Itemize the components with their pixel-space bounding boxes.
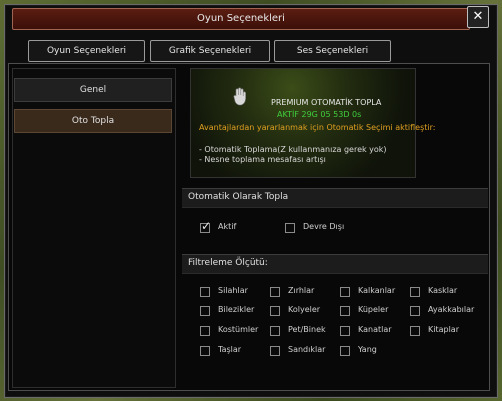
disabled-checkbox[interactable] [285,223,295,233]
premium-status: AKTİF 29G 05 53D 0s [277,110,362,119]
filter-label: Kitaplar [428,325,459,334]
auto-collect-section: Otomatik Olarak Topla [182,188,488,208]
filter-checkbox[interactable] [200,326,210,336]
filter-checkbox[interactable] [270,346,280,356]
filter-label: Taşlar [218,345,242,354]
filter-label: Yang [358,345,377,354]
window-titlebar[interactable]: Oyun Seçenekleri [12,8,470,30]
filter-checkbox[interactable] [340,287,350,297]
auto-collect-heading: Otomatik Olarak Topla [188,192,289,202]
filter-label: Küpeler [358,305,389,314]
filter-checkbox[interactable] [340,306,350,316]
filter-checkbox[interactable] [410,306,420,316]
tab-graphics-options[interactable]: Grafik Seçenekleri [150,40,270,62]
window-title: Oyun Seçenekleri [197,13,285,24]
filter-checkbox[interactable] [340,346,350,356]
filter-checkbox[interactable] [410,287,420,297]
premium-description: Avantajlardan yararlanmak için Otomatik … [199,123,436,132]
premium-title: PREMIUM OTOMATİK TOPLA [271,98,382,107]
hand-icon [233,87,246,106]
filter-checkbox[interactable] [270,306,280,316]
filter-label: Sandıklar [288,345,326,354]
filter-label: Silahlar [218,286,248,295]
filter-label: Zırhlar [288,286,315,295]
checkmark-icon: ✓ [201,219,212,233]
premium-banner: PREMIUM OTOMATİK TOPLA AKTİF 29G 05 53D … [190,68,435,178]
filter-checkbox[interactable] [200,287,210,297]
filter-checkbox[interactable] [270,287,280,297]
filter-label: Kasklar [428,286,458,295]
disabled-label: Devre Dışı [303,222,345,231]
filter-label: Kolyeler [288,305,321,314]
filter-label: Bilezikler [218,305,255,314]
filter-checkbox[interactable] [200,346,210,356]
close-icon[interactable]: ✕ [467,6,489,28]
filter-checkbox[interactable] [270,326,280,336]
active-label: Aktif [218,222,237,231]
filter-checkbox[interactable] [340,326,350,336]
tab-game-options[interactable]: Oyun Seçenekleri [28,40,145,62]
premium-bullet: - Nesne toplama mesafası artışı [199,155,326,164]
filter-section: Filtreleme Ölçütü: [182,254,488,274]
sidebar-item-auto-collect[interactable]: Oto Topla [14,109,172,133]
filter-label: Pet/Binek [288,325,326,334]
filter-label: Kostümler [218,325,259,334]
active-checkbox[interactable]: ✓ [200,219,211,233]
sidebar-item-general[interactable]: Genel [14,78,172,102]
filter-heading: Filtreleme Ölçütü: [188,258,268,268]
filter-label: Kalkanlar [358,286,396,295]
filter-label: Kanatlar [358,325,392,334]
tab-sound-options[interactable]: Ses Seçenekleri [274,40,391,62]
filter-label: Ayakkabılar [428,305,475,314]
filter-checkbox[interactable] [410,326,420,336]
filter-checkbox[interactable] [200,306,210,316]
premium-bullet: - Otomatik Toplama(Z kullanmanıza gerek … [199,145,387,154]
